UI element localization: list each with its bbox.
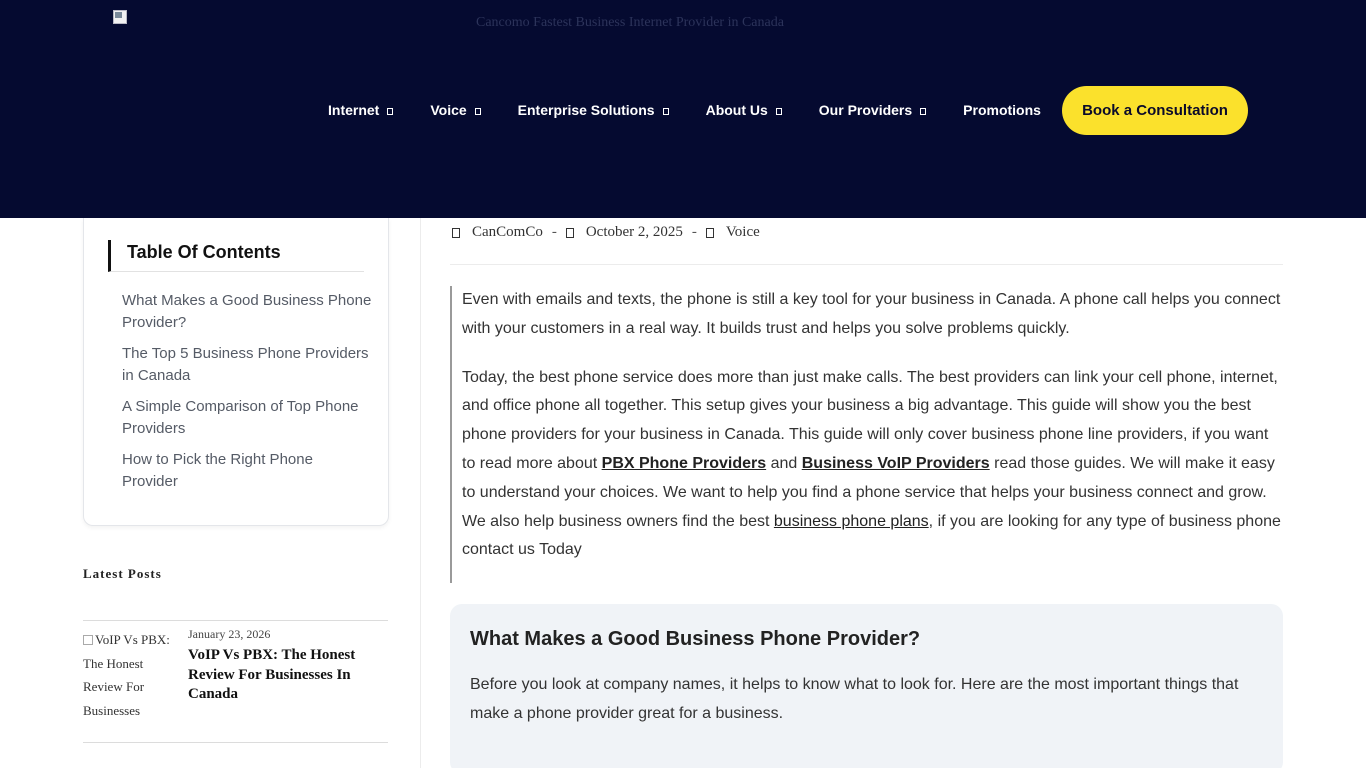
nav-label: Our Providers [818,102,913,118]
column-divider [420,218,421,768]
category-link[interactable]: Voice [726,224,760,241]
meta-separator: - [551,224,557,240]
chevron-down-icon [474,107,481,115]
section-body: Before you look at company names, it hel… [470,676,1239,722]
chevron-down-icon [662,107,669,115]
nav-label: Enterprise Solutions [517,102,655,118]
nav-internet[interactable]: Internet [328,101,394,119]
post-thumbnail[interactable]: VoIP Vs PBX: The Honest Review For Busin… [83,628,183,722]
divider [450,264,1283,265]
thumbnail-alt-text: VoIP Vs PBX: The Honest Review For Busin… [83,632,170,718]
folder-icon [705,227,714,238]
logo-image[interactable] [113,10,129,26]
toc-item[interactable]: What Makes a Good Business Phone Provide… [122,290,372,334]
nav-label: Promotions [963,102,1041,118]
nav-our-providers[interactable]: Our Providers [818,101,927,119]
calendar-icon [565,227,574,238]
nav-label: Voice [430,102,467,118]
nav-promotions[interactable]: Promotions [963,101,1041,119]
meta-separator: - [691,224,697,240]
post-date: January 23, 2026 [188,627,271,641]
main-nav: Internet Voice Enterprise Solutions Abou… [328,101,1041,119]
intro-paragraph: Even with emails and texts, the phone is… [462,291,1281,337]
toc-list: What Makes a Good Business Phone Provide… [122,290,372,502]
publish-date[interactable]: October 2, 2025 [586,224,683,241]
divider [83,742,388,743]
section-heading: What Makes a Good Business Phone Provide… [470,628,921,650]
chevron-down-icon [775,107,782,115]
section-card: What Makes a Good Business Phone Provide… [450,604,1283,768]
divider [83,620,388,621]
chevron-down-icon [920,107,927,115]
logo-alt-text[interactable]: Cancomo Fastest Business Internet Provid… [476,15,784,31]
nav-about-us[interactable]: About Us [706,101,782,119]
post-title-link[interactable]: VoIP Vs PBX: The Honest Review For Busin… [188,646,378,705]
site-header: Cancomo Fastest Business Internet Provid… [0,0,1366,218]
broken-image-icon [83,635,93,645]
intro-blockquote: Even with emails and texts, the phone is… [450,286,1285,583]
nav-enterprise-solutions[interactable]: Enterprise Solutions [518,101,669,119]
user-icon [452,227,460,238]
toc-title: Table Of Contents [108,240,364,272]
chevron-down-icon [387,107,394,115]
author-link[interactable]: CanComCo [472,224,543,241]
article-meta: CanComCo - October 2, 2025 - Voice [452,224,760,241]
toc-item[interactable]: How to Pick the Right Phone Provider [122,449,372,493]
table-of-contents: Table Of Contents What Makes a Good Busi… [83,218,389,526]
toc-item[interactable]: The Top 5 Business Phone Providers in Ca… [122,343,372,387]
nav-voice[interactable]: Voice [430,101,481,119]
business-phone-plans-link[interactable]: business phone plans [774,513,929,530]
toc-item[interactable]: A Simple Comparison of Top Phone Provide… [122,396,372,440]
intro-paragraph: Today, the best phone service does more … [462,368,1281,559]
book-consultation-button[interactable]: Book a Consultation [1062,86,1248,135]
nav-label: About Us [705,102,768,118]
pbx-providers-link[interactable]: PBX Phone Providers [602,455,767,472]
voip-providers-link[interactable]: Business VoIP Providers [802,455,990,472]
nav-label: Internet [328,102,380,118]
latest-posts-heading: Latest Posts [83,566,162,581]
